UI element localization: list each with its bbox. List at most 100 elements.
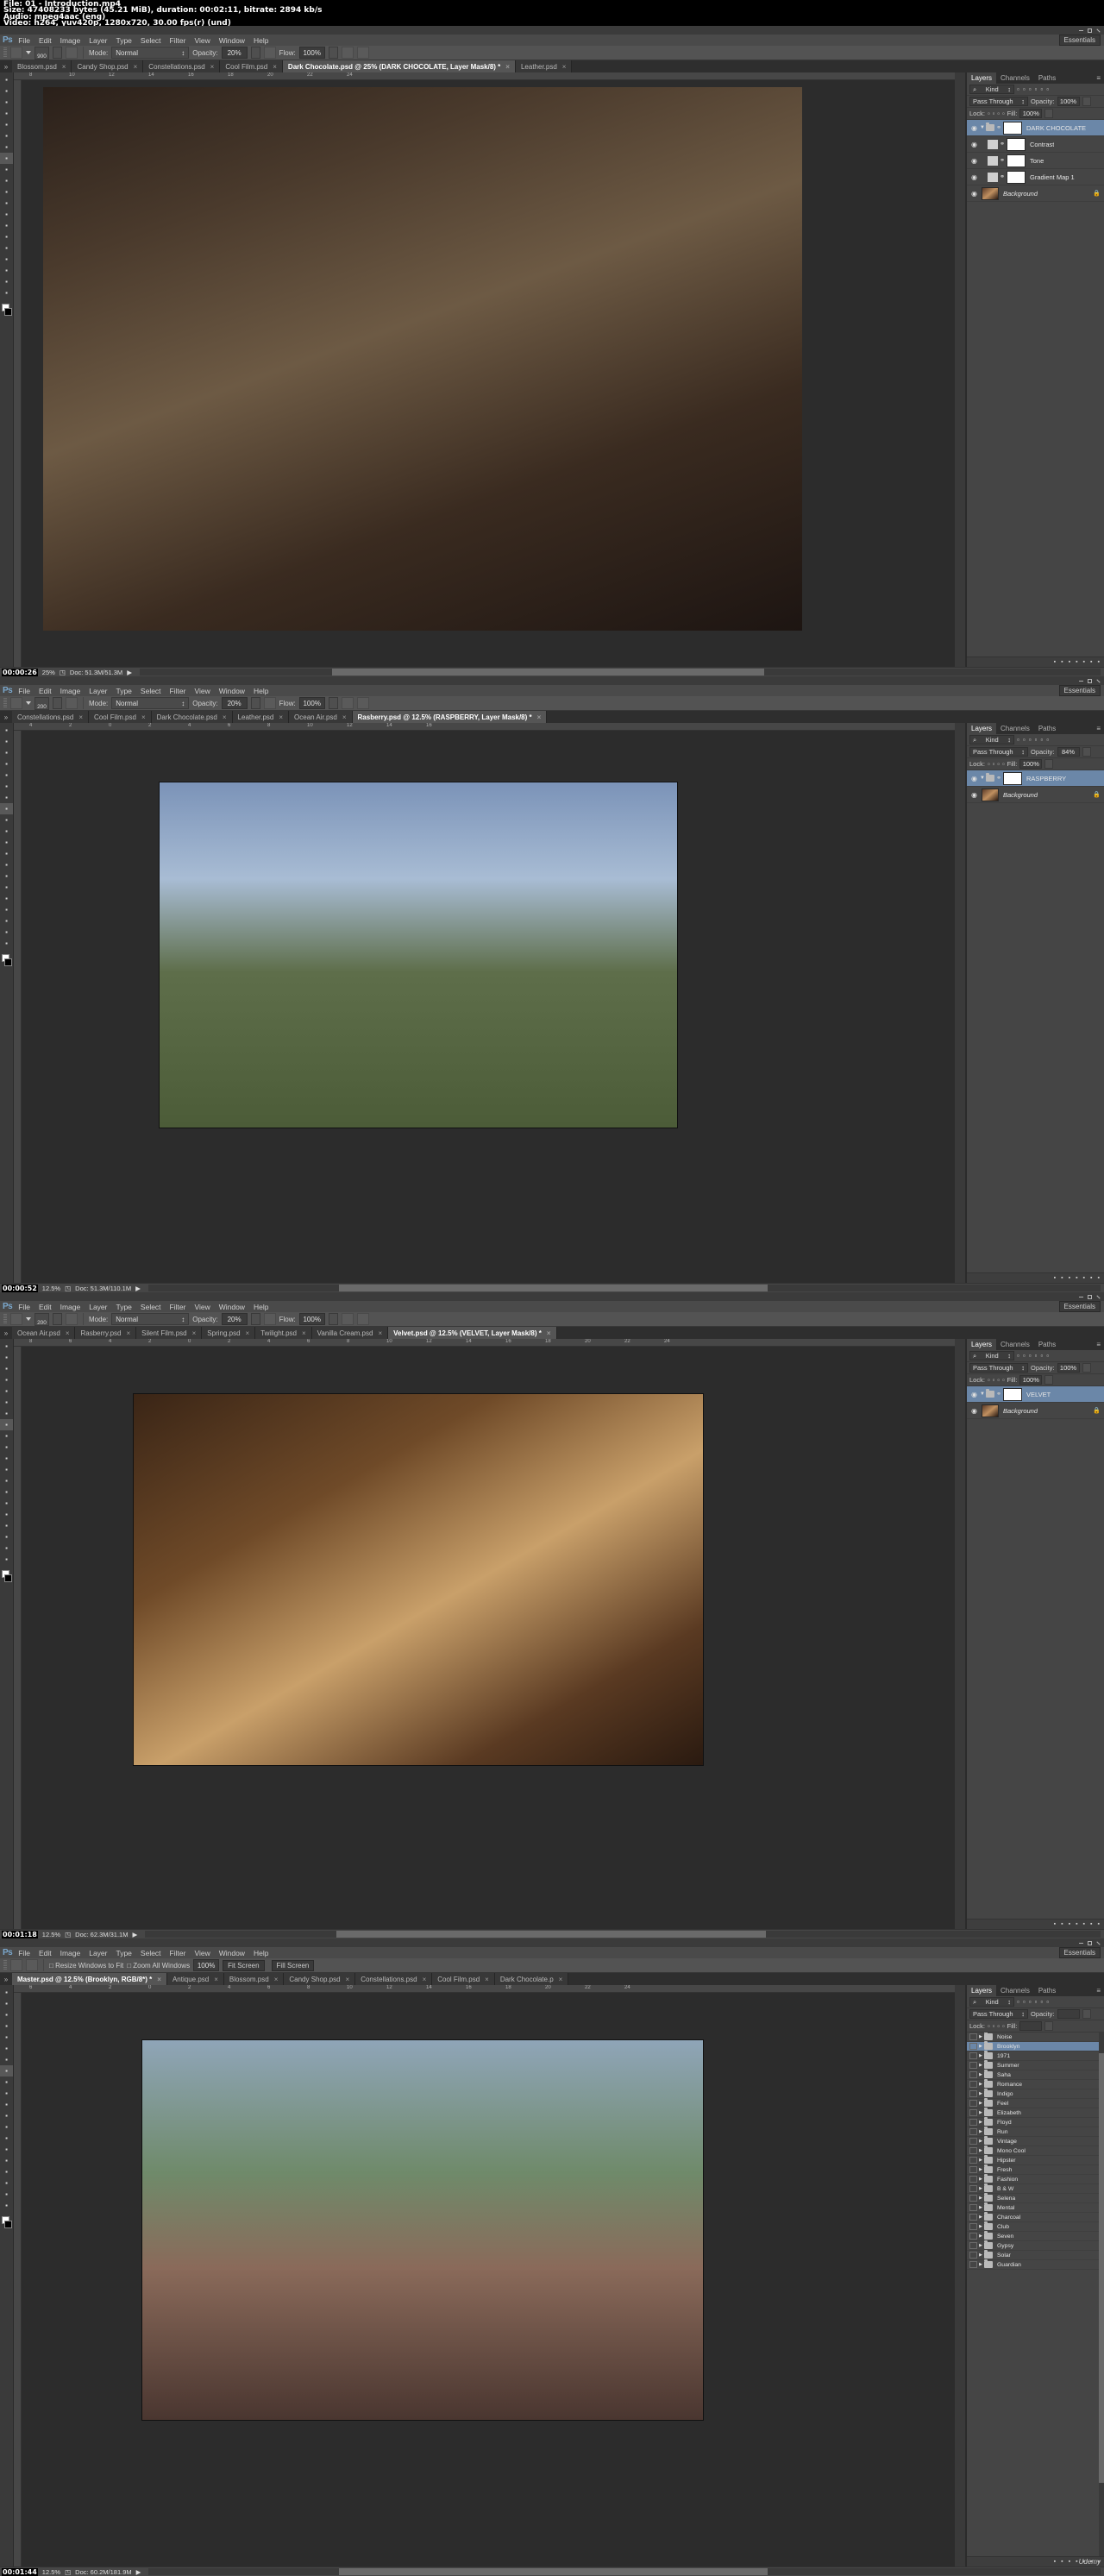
layer-visibility-icon[interactable]: ◉ (969, 190, 980, 198)
tab-overflow-chevron-icon[interactable]: » (0, 60, 12, 72)
document-tab[interactable]: Leather.psd × (232, 711, 290, 723)
menu-item-image[interactable]: Image (60, 1303, 81, 1311)
menu-item-layer[interactable]: Layer (89, 687, 107, 695)
close-tab-icon[interactable]: × (547, 1329, 551, 1337)
panel-menu-icon[interactable]: ≡ (1096, 1985, 1104, 1996)
brush-tool-icon[interactable]: ▪ (0, 2065, 13, 2077)
layer-link-icon[interactable]: ⚭ (1000, 173, 1005, 180)
blur-tool-icon[interactable]: ▪ (0, 2121, 13, 2133)
close-tab-icon[interactable]: × (210, 63, 215, 71)
layer-link-icon[interactable]: ⚭ (996, 775, 1001, 782)
airbrush-icon[interactable] (341, 697, 354, 709)
screen-mode-icon[interactable]: ◳ (65, 1931, 71, 1938)
document-tab[interactable]: Cool Film.psd × (432, 1973, 495, 1985)
menu-item-view[interactable]: View (194, 1949, 210, 1957)
layer-group-row[interactable]: ▶ Fashion (967, 2174, 1104, 2184)
layer-style-icon[interactable]: ▪ (1061, 2559, 1063, 2565)
layer-visibility-icon[interactable] (969, 2223, 977, 2230)
marquee-tool-icon[interactable]: ▪ (0, 736, 13, 747)
brush-tool-icon[interactable]: ▪ (0, 803, 13, 814)
zoom-tool-icon[interactable]: ▪ (0, 1554, 13, 1565)
quick-select-tool-icon[interactable]: ▪ (0, 758, 13, 770)
layer-list[interactable]: ◉ ▼ ⚭ RASPBERRY ◉ Background 🔒 (967, 770, 1104, 1272)
menu-item-window[interactable]: Window (219, 36, 245, 45)
group-expand-icon[interactable]: ▶ (977, 2158, 984, 2163)
workspace-switcher[interactable]: Essentials (1058, 1301, 1101, 1312)
panel-rail[interactable] (955, 72, 966, 667)
panel-rail[interactable] (955, 723, 966, 1283)
status-menu-arrow-icon[interactable]: ▶ (136, 2568, 141, 2576)
layer-visibility-icon[interactable]: ◉ (969, 157, 980, 165)
flow-stepper[interactable] (328, 697, 338, 709)
document-tab[interactable]: Candy Shop.psd × (284, 1973, 356, 1985)
new-group-icon[interactable]: ▪ (1083, 1921, 1085, 1927)
panel-rail[interactable] (955, 1339, 966, 1929)
group-expand-icon[interactable]: ▶ (977, 2129, 984, 2134)
lasso-tool-icon[interactable]: ▪ (0, 1363, 13, 1374)
group-expand-icon[interactable]: ▶ (977, 2034, 984, 2039)
document-tab[interactable]: Velvet.psd @ 12.5% (VELVET, Layer Mask/8… (388, 1327, 557, 1339)
layer-visibility-icon[interactable] (969, 2052, 977, 2059)
layer-visibility-icon[interactable] (969, 2166, 977, 2173)
lock-transparent-icon[interactable]: ▫ (988, 760, 990, 768)
group-expand-icon[interactable]: ▼ (980, 125, 986, 130)
pressure-size-icon[interactable] (356, 1313, 369, 1325)
menu-item-select[interactable]: Select (141, 1303, 161, 1311)
pressure-size-icon[interactable] (356, 697, 369, 709)
eyedropper-tool-icon[interactable]: ▪ (0, 130, 13, 141)
brush-tool-icon[interactable] (10, 1313, 22, 1325)
group-expand-icon[interactable]: ▶ (977, 2224, 984, 2229)
lock-all-icon[interactable]: ▫ (1002, 760, 1005, 768)
screen-mode-icon[interactable]: ◳ (60, 669, 66, 676)
document-tab[interactable]: Twilight.psd × (255, 1327, 312, 1339)
pixel-filter-icon[interactable]: ▫ (1017, 85, 1019, 93)
brush-preset-caret-icon[interactable] (26, 51, 31, 54)
menu-item-window[interactable]: Window (219, 687, 245, 695)
brush-tool-icon[interactable]: ▪ (0, 153, 13, 164)
color-swatches[interactable] (0, 304, 13, 321)
layer-visibility-icon[interactable] (969, 2147, 977, 2154)
eyedropper-tool-icon[interactable]: ▪ (0, 2043, 13, 2054)
minimize-icon[interactable] (1078, 678, 1084, 684)
eraser-tool-icon[interactable]: ▪ (0, 2099, 13, 2110)
hand-tool-icon[interactable]: ▪ (0, 1542, 13, 1554)
opacity-stepper[interactable] (250, 697, 260, 709)
options-bar-grip[interactable] (3, 47, 7, 58)
layer-fill-value[interactable]: 100% (1019, 1375, 1043, 1385)
tab-channels[interactable]: Channels (996, 723, 1034, 734)
document-tab[interactable]: Cool Film.psd × (220, 60, 283, 72)
layer-link-icon[interactable]: ⚭ (1000, 141, 1005, 148)
group-expand-icon[interactable]: ▶ (977, 2205, 984, 2210)
zoom-level[interactable]: 12.5% (42, 2568, 60, 2576)
delete-layer-icon[interactable]: ▪ (1098, 1275, 1100, 1281)
menu-item-type[interactable]: Type (116, 1949, 131, 1957)
group-expand-icon[interactable]: ▼ (980, 776, 986, 781)
smart-object-filter-icon[interactable]: ▫ (1040, 736, 1043, 744)
close-tab-icon[interactable]: × (274, 1976, 279, 1983)
lasso-tool-icon[interactable]: ▪ (0, 2009, 13, 2020)
menu-item-layer[interactable]: Layer (89, 1949, 107, 1957)
gradient-tool-icon[interactable]: ▪ (0, 2110, 13, 2121)
workspace-switcher[interactable]: Essentials (1058, 1947, 1101, 1958)
hand-tool-icon[interactable]: ▪ (0, 927, 13, 938)
type-tool-icon[interactable]: ▪ (0, 2155, 13, 2166)
menu-item-help[interactable]: Help (254, 1949, 268, 1957)
layer-opacity-value[interactable]: 100% (1057, 1363, 1080, 1373)
lock-all-icon[interactable]: ▫ (1002, 110, 1005, 117)
add-layer-mask-icon[interactable]: ▪ (1069, 1275, 1070, 1281)
menu-item-filter[interactable]: Filter (170, 36, 186, 45)
type-tool-icon[interactable]: ▪ (0, 893, 13, 904)
menu-item-image[interactable]: Image (60, 687, 81, 695)
new-adjustment-layer-icon[interactable]: ▪ (1076, 1921, 1077, 1927)
layer-kind-filter[interactable]: ⌕ Kind ↕ (969, 85, 1014, 94)
group-expand-icon[interactable]: ▶ (977, 2082, 984, 2087)
zoom-level[interactable]: 12.5% (42, 1931, 60, 1938)
close-tab-icon[interactable]: × (126, 1329, 130, 1337)
horizontal-scrollbar[interactable] (147, 1285, 1101, 1291)
marquee-tool-icon[interactable]: ▪ (0, 1998, 13, 2009)
layer-fill-stepper[interactable] (1044, 759, 1054, 769)
lock-transparent-icon[interactable]: ▫ (988, 1376, 990, 1384)
layer-visibility-icon[interactable] (969, 2090, 977, 2097)
flow-stepper[interactable] (328, 1313, 338, 1325)
opacity-value[interactable]: 20% (221, 1313, 248, 1325)
